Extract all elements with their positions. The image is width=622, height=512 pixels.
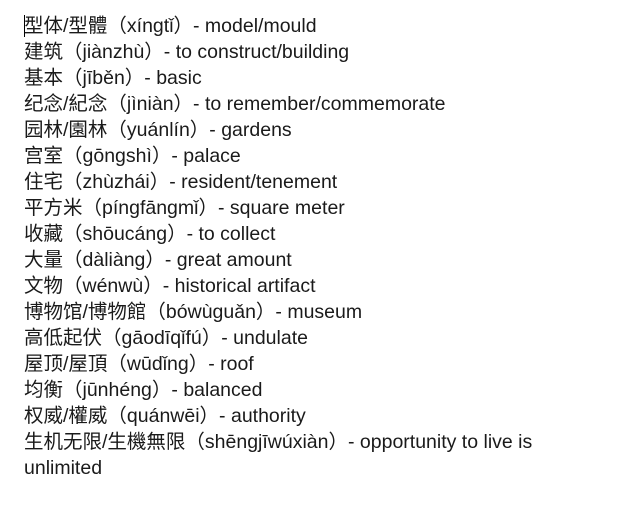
vocab-line: 大量（dàliàng）- great amount — [24, 249, 292, 271]
vocab-line: 屋顶/屋頂（wūdǐng）- roof — [24, 353, 254, 375]
vocab-line: 纪念/紀念（jìniàn）- to remember/commemorate — [24, 93, 446, 115]
vocab-line: 均衡（jūnhéng）- balanced — [24, 379, 263, 401]
vocab-line: 建筑（jiànzhù）- to construct/building — [24, 41, 350, 63]
document-body[interactable]: 型体/型體（xíngtǐ）- model/mould 建筑（jiànzhù）- … — [24, 13, 604, 481]
vocab-line: 博物馆/博物館（bówùguǎn）- museum — [24, 301, 363, 323]
vocab-line: 基本（jīběn）- basic — [24, 67, 202, 89]
vocab-line: 住宅（zhùzhái）- resident/tenement — [24, 171, 338, 193]
vocab-line: 型体/型體（xíngtǐ）- model/mould — [24, 15, 317, 37]
vocab-line: 文物（wénwù）- historical artifact — [24, 275, 316, 297]
vocab-line: 权威/權威（quánwēi）- authority — [24, 405, 306, 427]
vocab-line: 园林/園林（yuánlín）- gardens — [24, 119, 292, 141]
vocab-line: 平方米（píngfāngmǐ）- square meter — [24, 197, 345, 219]
vocab-line: 宫室（gōngshì）- palace — [24, 145, 241, 167]
vocab-line: 高低起伏（gāodīqǐfú）- undulate — [24, 327, 308, 349]
vocab-line: 生机无限/生機無限（shēngjīwúxiàn）- opportunity to… — [24, 431, 533, 479]
vocab-line: 收藏（shōucáng）- to collect — [24, 223, 276, 245]
